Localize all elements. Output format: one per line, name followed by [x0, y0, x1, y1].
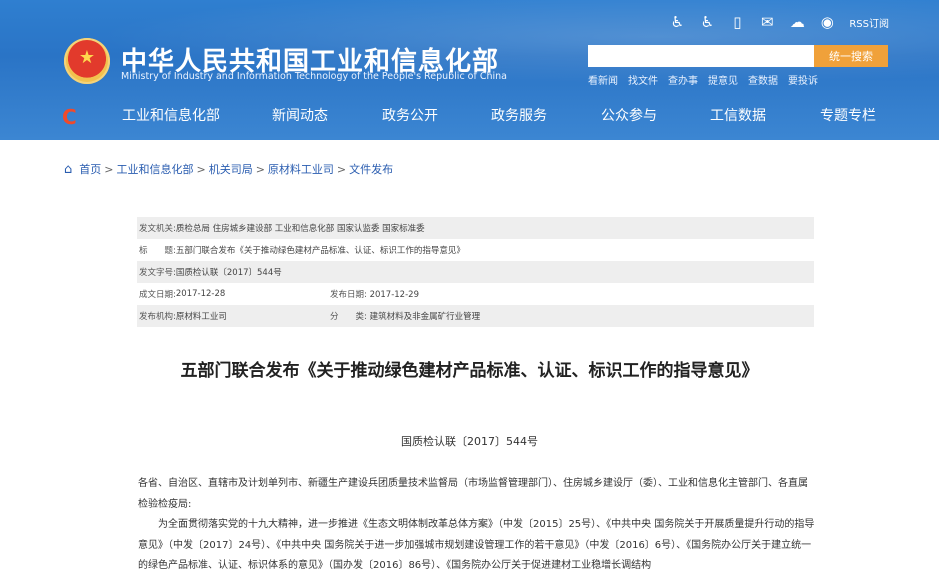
meta-row-title: 标 题: 五部门联合发布《关于推动绿色建材产品标准、认证、标识工作的指导意见》	[137, 239, 814, 261]
mobile-icon[interactable]: ▯	[727, 12, 747, 32]
meta-row-org: 发布机构: 原材料工业司 分 类: 建筑材料及非金属矿行业管理	[137, 305, 814, 327]
nav-item-participation[interactable]: 公众参与	[601, 105, 657, 125]
rss-link[interactable]: RSS订阅	[849, 15, 889, 30]
nav-logo-icon[interactable]: C	[62, 105, 77, 129]
breadcrumb-home[interactable]: 首页	[79, 161, 101, 177]
document-meta-table: 发文机关: 质检总局 住房城乡建设部 工业和信息化部 国家认监委 国家标准委 标…	[137, 217, 814, 327]
document-number: 国质检认联〔2017〕544号	[401, 435, 538, 448]
breadcrumb-documents[interactable]: 文件发布	[349, 161, 393, 177]
breadcrumb-separator: >	[104, 162, 114, 176]
document-title: 五部门联合发布《关于推动绿色建材产品标准、认证、标识工作的指导意见》	[180, 361, 759, 381]
main-nav: C 工业和信息化部 新闻动态 政务公开 政务服务 公众参与 工信数据 专题专栏	[0, 92, 939, 140]
meta-category-label: 分 类:	[330, 312, 367, 322]
national-emblem-icon: ★	[64, 38, 110, 84]
meta-published: 发布日期: 2017-12-29	[330, 288, 419, 300]
site-header: ★ 中华人民共和国工业和信息化部 Ministry of Industry an…	[0, 0, 939, 140]
search-button[interactable]: 统一搜索	[814, 45, 888, 67]
meta-row-issuer: 发文机关: 质检总局 住房城乡建设部 工业和信息化部 国家认监委 国家标准委	[137, 217, 814, 239]
wheelchair-icon[interactable]: ♿	[697, 12, 717, 32]
search-input[interactable]	[588, 45, 814, 67]
breadcrumb-separator: >	[255, 162, 265, 176]
meta-category: 分 类: 建筑材料及非金属矿行业管理	[330, 310, 480, 322]
nav-item-topics[interactable]: 专题专栏	[820, 105, 876, 125]
meta-written-label: 成文日期:	[139, 290, 176, 300]
nav-item-data[interactable]: 工信数据	[710, 105, 766, 125]
breadcrumb: ⌂ 首页 > 工业和信息化部 > 机关司局 > 原材料工业司 > 文件发布	[64, 161, 393, 177]
body-paragraph: 为全面贯彻落实党的十九大精神，进一步推进《生态文明体制改革总体方案》（中发〔20…	[138, 519, 815, 571]
body-paragraph-salutation: 各省、自治区、直辖市及计划单列市、新疆生产建设兵团质量技术监督局（市场监督管理部…	[138, 478, 808, 510]
nav-item-ministry[interactable]: 工业和信息化部	[122, 105, 220, 125]
site-subtitle: Ministry of Industry and Information Tec…	[121, 71, 507, 82]
quick-link-news[interactable]: 看新闻	[588, 72, 618, 87]
accessibility-icon[interactable]: ♿	[667, 12, 687, 32]
meta-row-docno: 发文字号: 国质检认联〔2017〕544号	[137, 261, 814, 283]
quick-link-data[interactable]: 查数据	[748, 72, 778, 87]
quick-links: 看新闻 找文件 查办事 提意见 查数据 要投诉	[588, 72, 818, 87]
quick-link-suggest[interactable]: 提意见	[708, 72, 738, 87]
meta-docno-label: 发文字号:	[139, 268, 176, 278]
meta-org-label: 发布机构:	[139, 312, 176, 322]
utility-icons: ♿ ♿ ▯ ✉ ☁ ◉ RSS订阅	[667, 12, 889, 32]
meta-published-value: 2017-12-29	[369, 290, 419, 300]
document-body: 各省、自治区、直辖市及计划单列市、新疆生产建设兵团质量技术监督局（市场监督管理部…	[138, 474, 815, 577]
meta-row-dates: 成文日期: 2017-12-28 发布日期: 2017-12-29	[137, 283, 814, 305]
meta-issuer-label: 发文机关:	[139, 224, 176, 234]
quick-link-services[interactable]: 查办事	[668, 72, 698, 87]
mail-icon[interactable]: ✉	[757, 12, 777, 32]
weibo-icon[interactable]: ◉	[817, 12, 837, 32]
meta-title-label: 标 题:	[139, 246, 176, 256]
meta-written-value: 2017-12-28	[175, 289, 226, 299]
meta-issuer-value: 质检总局 住房城乡建设部 工业和信息化部 国家认监委 国家标准委	[175, 224, 425, 234]
meta-org-value: 原材料工业司	[175, 312, 227, 322]
nav-item-news[interactable]: 新闻动态	[272, 105, 328, 125]
nav-item-services[interactable]: 政务服务	[491, 105, 547, 125]
meta-published-label: 发布日期:	[330, 290, 367, 300]
breadcrumb-raw-materials[interactable]: 原材料工业司	[268, 161, 334, 177]
breadcrumb-separator: >	[336, 162, 347, 176]
search-bar: 统一搜索	[588, 45, 888, 67]
nav-item-affairs[interactable]: 政务公开	[382, 105, 438, 125]
quick-link-files[interactable]: 找文件	[628, 72, 658, 87]
meta-title-value: 五部门联合发布《关于推动绿色建材产品标准、认证、标识工作的指导意见》	[175, 246, 465, 256]
breadcrumb-departments[interactable]: 机关司局	[209, 161, 253, 177]
meta-docno-value: 国质检认联〔2017〕544号	[175, 268, 282, 278]
breadcrumb-separator: >	[196, 162, 206, 176]
breadcrumb-ministry[interactable]: 工业和信息化部	[116, 161, 193, 177]
quick-link-complain[interactable]: 要投诉	[788, 72, 818, 87]
meta-category-value: 建筑材料及非金属矿行业管理	[369, 312, 481, 322]
wechat-icon[interactable]: ☁	[787, 12, 807, 32]
home-icon[interactable]: ⌂	[64, 162, 72, 177]
